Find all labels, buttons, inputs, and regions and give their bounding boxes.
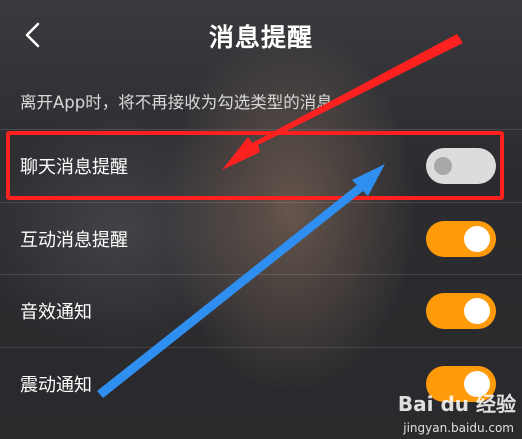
toggle-knob [434, 157, 452, 175]
setting-label: 聊天消息提醒 [20, 157, 128, 178]
interaction-notification-toggle[interactable] [426, 221, 496, 257]
watermark-url: jingyan.baidu.com [403, 421, 514, 435]
sound-notification-toggle[interactable] [426, 293, 496, 329]
setting-label: 互动消息提醒 [20, 230, 128, 251]
page-title: 消息提醒 [208, 23, 313, 52]
toggle-knob [464, 226, 490, 252]
setting-row-chat: 聊天消息提醒 [0, 129, 522, 202]
setting-label: 震动通知 [20, 375, 92, 396]
header: 消息提醒 [0, 0, 522, 74]
setting-label: 音效通知 [20, 302, 92, 323]
chat-notification-toggle[interactable] [426, 148, 496, 184]
watermark-logo: Bai du 经验 [397, 392, 516, 416]
setting-row-interaction: 互动消息提醒 [0, 202, 522, 275]
toggle-knob [464, 298, 490, 324]
setting-row-sound: 音效通知 [0, 274, 522, 347]
description-text: 离开App时，将不再接收为勾选类型的消息 [20, 93, 333, 112]
